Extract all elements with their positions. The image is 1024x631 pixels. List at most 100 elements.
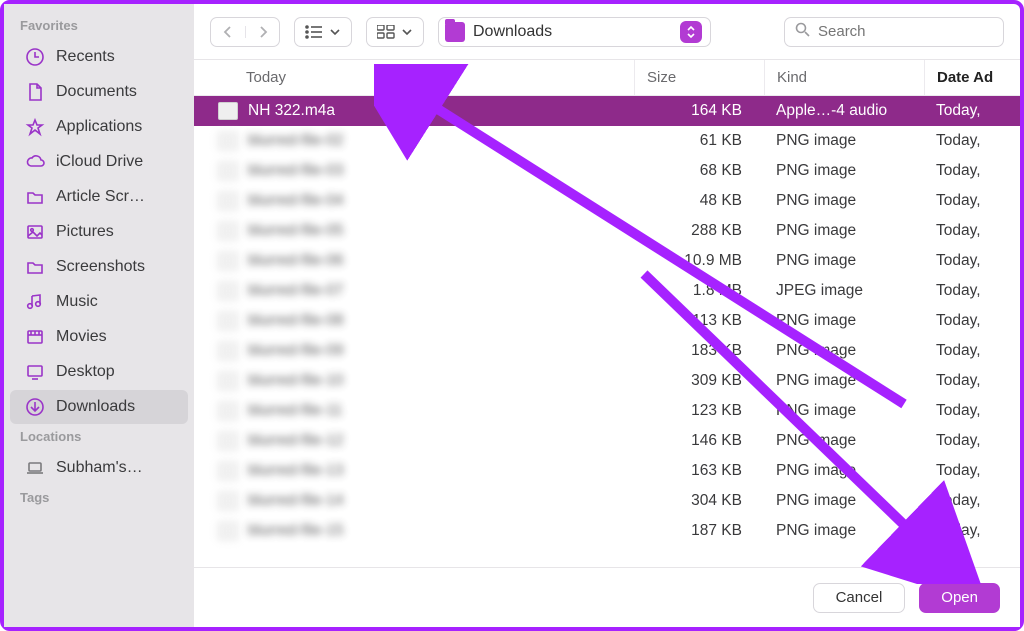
sidebar-item-screenshots[interactable]: Screenshots xyxy=(10,250,188,284)
file-date: Today, xyxy=(924,162,1020,180)
file-date: Today, xyxy=(924,372,1020,390)
file-row[interactable]: blurred-file-13163 KBPNG imageToday, xyxy=(194,456,1020,486)
sidebar-item-movies[interactable]: Movies xyxy=(10,320,188,354)
sidebar-item-documents[interactable]: Documents xyxy=(10,75,188,109)
file-row[interactable]: blurred-file-0448 KBPNG imageToday, xyxy=(194,186,1020,216)
sidebar-item-downloads[interactable]: Downloads xyxy=(10,390,188,424)
sidebar-item-machine[interactable]: Subham's… xyxy=(10,451,188,485)
file-size: 187 KB xyxy=(634,522,764,540)
sidebar-item-applications[interactable]: Applications xyxy=(10,110,188,144)
file-name: blurred-file-10 xyxy=(248,372,634,390)
file-row[interactable]: blurred-file-05288 KBPNG imageToday, xyxy=(194,216,1020,246)
file-date: Today, xyxy=(924,222,1020,240)
download-icon xyxy=(24,396,46,418)
file-icon xyxy=(218,192,238,210)
desktop-icon xyxy=(24,361,46,383)
main-panel: Downloads Today Size Kind Date Ad NH 322… xyxy=(194,4,1020,627)
cloud-icon xyxy=(24,151,46,173)
sidebar-item-pictures[interactable]: Pictures xyxy=(10,215,188,249)
forward-button[interactable] xyxy=(245,26,279,38)
folder-icon xyxy=(24,186,46,208)
sidebar-item-icloud[interactable]: iCloud Drive xyxy=(10,145,188,179)
file-icon xyxy=(218,312,238,330)
file-row[interactable]: blurred-file-071.8 MBJPEG imageToday, xyxy=(194,276,1020,306)
file-date: Today, xyxy=(924,132,1020,150)
file-date: Today, xyxy=(924,192,1020,210)
file-icon xyxy=(218,252,238,270)
file-icon xyxy=(218,462,238,480)
file-row[interactable]: NH 322.m4a164 KBApple…-4 audioToday, xyxy=(194,96,1020,126)
sidebar-item-label: iCloud Drive xyxy=(56,153,143,171)
file-size: 1.8 MB xyxy=(634,282,764,300)
open-button[interactable]: Open xyxy=(919,583,1000,613)
file-row[interactable]: blurred-file-08113 KBPNG imageToday, xyxy=(194,306,1020,336)
file-size: 304 KB xyxy=(634,492,764,510)
file-kind: PNG image xyxy=(764,132,924,150)
file-row[interactable]: blurred-file-09183 KBPNG imageToday, xyxy=(194,336,1020,366)
file-kind: PNG image xyxy=(764,192,924,210)
file-row[interactable]: blurred-file-0610.9 MBPNG imageToday, xyxy=(194,246,1020,276)
file-icon xyxy=(218,402,238,420)
file-date: Today, xyxy=(924,462,1020,480)
file-list[interactable]: NH 322.m4a164 KBApple…-4 audioToday,blur… xyxy=(194,96,1020,567)
col-date[interactable]: Date Ad xyxy=(924,60,1020,95)
file-kind: JPEG image xyxy=(764,282,924,300)
file-size: 68 KB xyxy=(634,162,764,180)
nav-back-forward[interactable] xyxy=(210,17,280,47)
file-icon xyxy=(218,492,238,510)
search-input[interactable] xyxy=(818,23,1017,40)
col-size[interactable]: Size xyxy=(634,60,764,95)
sidebar: FavoritesRecentsDocumentsApplicationsiCl… xyxy=(4,4,194,627)
back-button[interactable] xyxy=(211,26,245,38)
file-row[interactable]: blurred-file-12146 KBPNG imageToday, xyxy=(194,426,1020,456)
file-kind: PNG image xyxy=(764,312,924,330)
clock-icon xyxy=(24,46,46,68)
file-name: blurred-file-14 xyxy=(248,492,634,510)
col-name[interactable]: Today xyxy=(194,69,634,86)
file-name: blurred-file-03 xyxy=(248,162,634,180)
file-row[interactable]: blurred-file-0368 KBPNG imageToday, xyxy=(194,156,1020,186)
file-name: blurred-file-04 xyxy=(248,192,634,210)
file-row[interactable]: blurred-file-11123 KBPNG imageToday, xyxy=(194,396,1020,426)
file-name: blurred-file-05 xyxy=(248,222,634,240)
file-date: Today, xyxy=(924,342,1020,360)
file-row[interactable]: blurred-file-0261 KBPNG imageToday, xyxy=(194,126,1020,156)
search-field[interactable] xyxy=(784,17,1004,47)
sidebar-item-article[interactable]: Article Scr… xyxy=(10,180,188,214)
group-mode[interactable] xyxy=(366,17,424,47)
sidebar-item-desktop[interactable]: Desktop xyxy=(10,355,188,389)
cancel-button[interactable]: Cancel xyxy=(813,583,906,613)
file-icon xyxy=(218,282,238,300)
location-popup[interactable]: Downloads xyxy=(438,17,711,47)
sidebar-item-recents[interactable]: Recents xyxy=(10,40,188,74)
doc-icon xyxy=(24,81,46,103)
file-kind: PNG image xyxy=(764,492,924,510)
view-mode-list[interactable] xyxy=(294,17,352,47)
col-kind[interactable]: Kind xyxy=(764,60,924,95)
folder-icon xyxy=(445,22,465,42)
sidebar-item-label: Applications xyxy=(56,118,142,136)
file-name: NH 322.m4a xyxy=(248,102,634,120)
file-name: blurred-file-02 xyxy=(248,132,634,150)
file-kind: PNG image xyxy=(764,252,924,270)
file-icon xyxy=(218,162,238,180)
file-row[interactable]: blurred-file-15187 KBPNG imageToday, xyxy=(194,516,1020,546)
sidebar-section-header: Locations xyxy=(4,425,194,450)
movies-icon xyxy=(24,326,46,348)
file-kind: PNG image xyxy=(764,522,924,540)
file-name: blurred-file-12 xyxy=(248,432,634,450)
file-icon xyxy=(218,132,238,150)
sidebar-item-music[interactable]: Music xyxy=(10,285,188,319)
updown-icon xyxy=(680,21,702,43)
file-row[interactable]: blurred-file-14304 KBPNG imageToday, xyxy=(194,486,1020,516)
apps-icon xyxy=(24,116,46,138)
file-row[interactable]: blurred-file-10309 KBPNG imageToday, xyxy=(194,366,1020,396)
file-size: 309 KB xyxy=(634,372,764,390)
search-icon xyxy=(795,22,810,42)
sidebar-section-header: Tags xyxy=(4,486,194,511)
file-icon xyxy=(218,372,238,390)
file-kind: PNG image xyxy=(764,372,924,390)
column-headers[interactable]: Today Size Kind Date Ad xyxy=(194,60,1020,96)
sidebar-item-label: Music xyxy=(56,293,98,311)
sidebar-item-label: Pictures xyxy=(56,223,114,241)
